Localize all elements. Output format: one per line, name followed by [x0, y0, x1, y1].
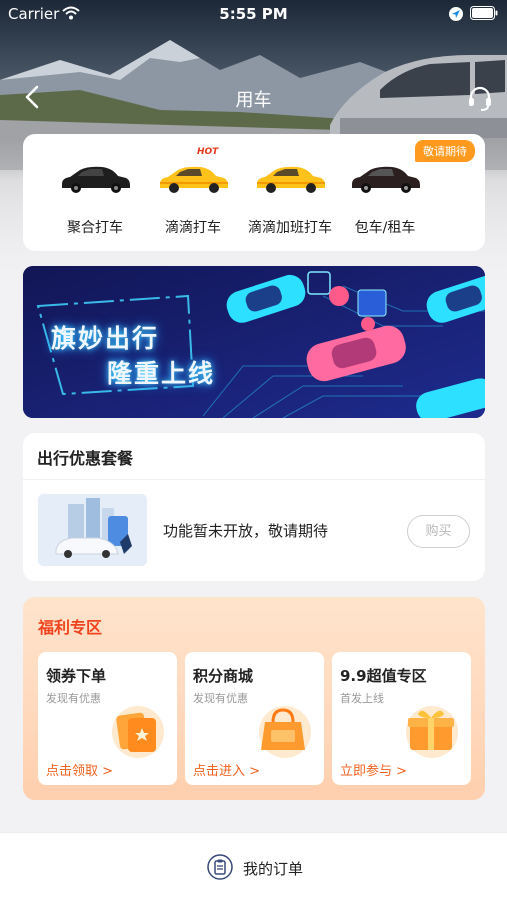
tile-title: 9.9超值专区 [340, 667, 427, 685]
yellow-taxi-icon [160, 166, 228, 193]
shopping-bag-icon [259, 706, 311, 758]
buy-button[interactable]: 购买 [407, 515, 470, 548]
orders-icon[interactable] [207, 854, 233, 880]
coupon-icon [112, 706, 164, 758]
ride-option-label: 包车/租车 [354, 220, 416, 236]
nav-bar: 用车 [0, 76, 507, 116]
ride-options-card: 敬请期待 聚合打车 HOT 滴滴打车 滴滴加班打车 包车/租车 [23, 134, 485, 251]
page-title: 用车 [235, 90, 272, 111]
promo-banner[interactable]: 旗妙出行 隆重上线 [23, 266, 485, 418]
my-orders-button[interactable]: 我的订单 [243, 858, 303, 879]
banner-headline-1: 旗妙出行 [51, 324, 160, 353]
location-arrow-icon [449, 7, 463, 21]
package-thumbnail [38, 494, 147, 566]
divider [23, 479, 485, 480]
black-car-icon [62, 166, 130, 193]
ride-option-label: 聚合打车 [67, 220, 123, 236]
tile-title: 领券下单 [46, 667, 107, 685]
tile-link[interactable]: 立即参与 > [340, 760, 407, 779]
ride-option-didi-overtime[interactable]: 滴滴加班打车 [240, 154, 340, 244]
ride-option-aggregate[interactable]: 聚合打车 [45, 154, 145, 244]
gift-box-icon [406, 706, 458, 758]
tile-link[interactable]: 点击领取 > [46, 760, 113, 779]
benefit-tile-points-mall[interactable]: 积分商城 发现有优惠 点击进入 > [185, 652, 324, 785]
package-message: 功能暂未开放，敬请期待 [163, 522, 329, 540]
banner-headline-2: 隆重上线 [107, 359, 216, 388]
bottom-bar: 我的订单 [0, 832, 507, 900]
travel-package-card: 出行优惠套餐 功能暂未开放，敬请期待 购买 [23, 433, 485, 581]
status-bar: Carrier 5:55 PM [0, 0, 507, 28]
benefit-tile-value-zone[interactable]: 9.9超值专区 首发上线 立即参与 > [332, 652, 471, 785]
hot-badge: HOT [197, 147, 219, 157]
tile-title: 积分商城 [193, 667, 254, 685]
tile-subtitle: 发现有优惠 [46, 692, 101, 705]
benefits-section: 福利专区 领券下单 发现有优惠 点击领取 > 积分商城 发现有优惠 点击进入 >… [23, 597, 485, 800]
sedan-car-icon [352, 166, 420, 193]
city-car-illustration [38, 494, 147, 566]
clock: 5:55 PM [219, 5, 288, 23]
tile-subtitle: 发现有优惠 [193, 692, 248, 705]
tile-subtitle: 首发上线 [340, 692, 384, 705]
section-title: 福利专区 [38, 618, 103, 637]
battery-icon [470, 6, 498, 20]
yellow-taxi-icon [257, 166, 325, 193]
ride-option-charter[interactable]: 包车/租车 [335, 154, 435, 244]
tile-link[interactable]: 点击进入 > [193, 760, 260, 779]
ride-option-label: 滴滴加班打车 [248, 220, 332, 236]
ride-option-didi[interactable]: HOT 滴滴打车 [143, 147, 243, 244]
ride-option-label: 滴滴打车 [165, 220, 221, 236]
benefit-tile-coupons[interactable]: 领券下单 发现有优惠 点击领取 > [38, 652, 177, 785]
section-title: 出行优惠套餐 [37, 449, 134, 468]
headset-icon[interactable] [466, 84, 494, 112]
